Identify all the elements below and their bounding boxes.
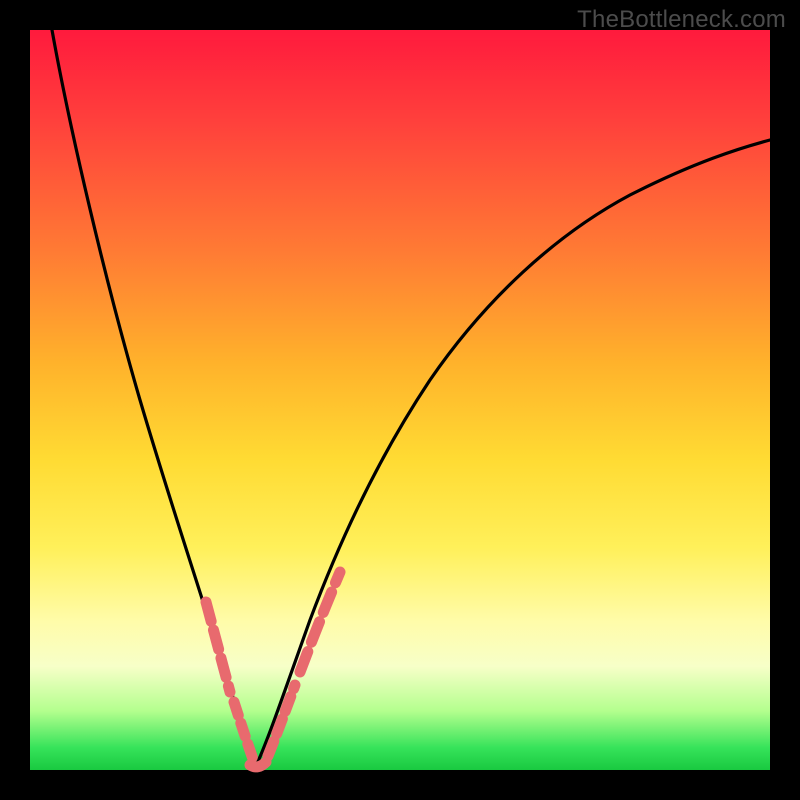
plot-area [30, 30, 770, 770]
chart-frame: TheBottleneck.com [0, 0, 800, 800]
watermark-text: TheBottleneck.com [577, 6, 786, 34]
